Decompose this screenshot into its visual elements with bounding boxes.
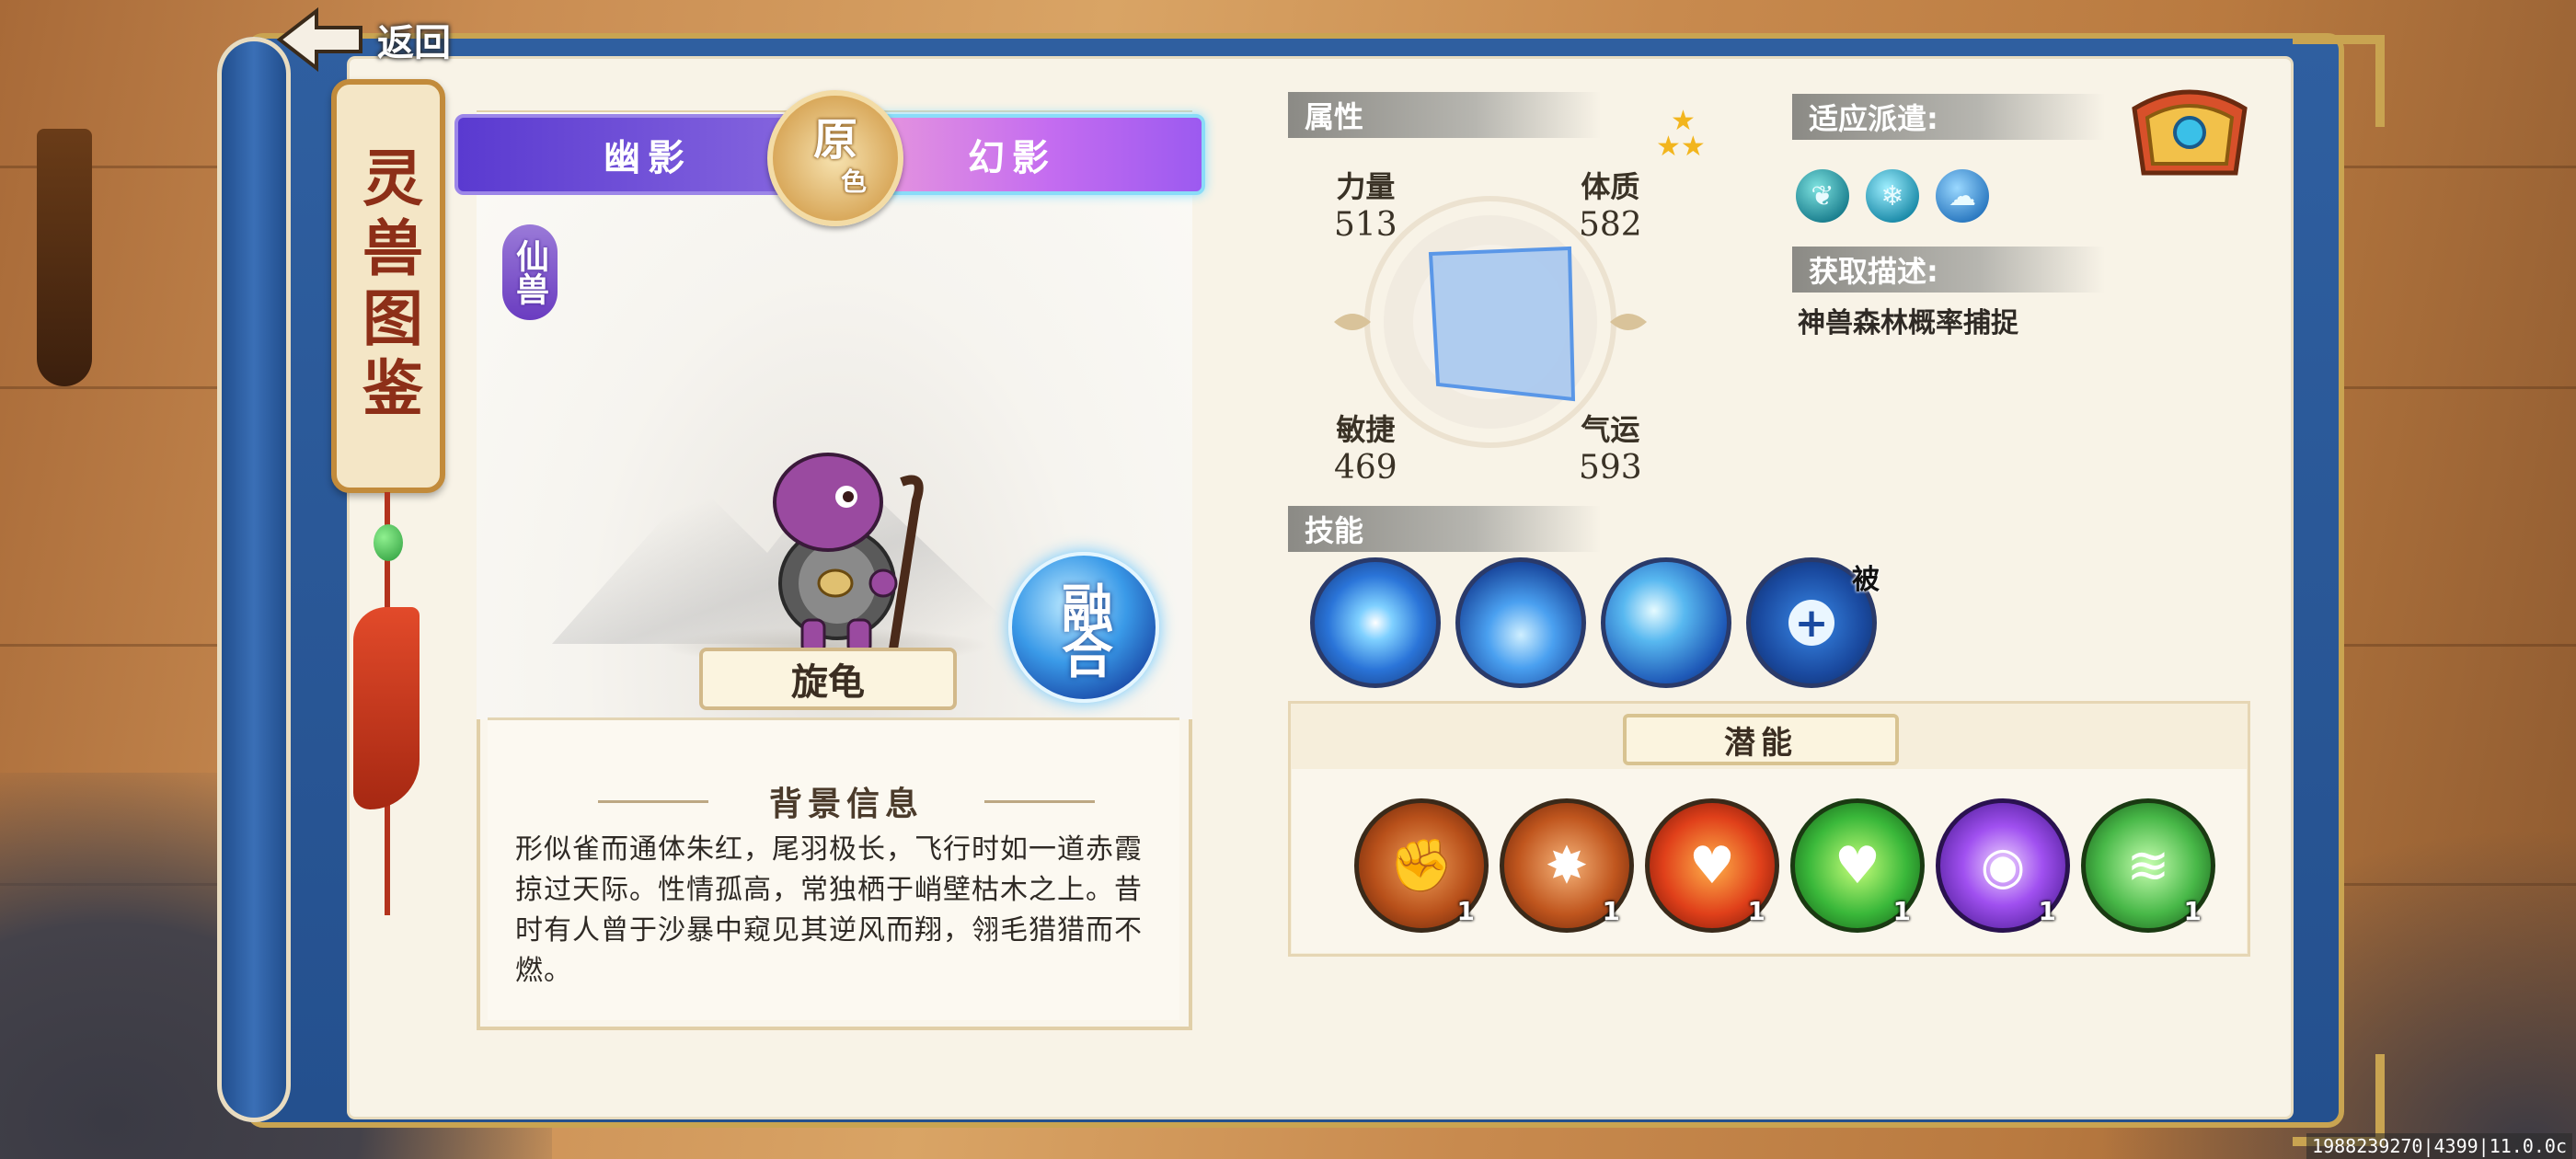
water-dragon-icon[interactable] xyxy=(1601,557,1731,688)
stat-label: 体质 xyxy=(1581,169,1640,204)
back-button[interactable]: 返回 xyxy=(276,7,451,72)
stat-label: 力量 xyxy=(1336,169,1396,204)
stat-luck: 气运 593 xyxy=(1579,407,1642,487)
blue-burst-icon[interactable] xyxy=(1310,557,1441,688)
rank-label: 仙兽 xyxy=(511,239,549,305)
heal-shield-icon[interactable]: + 被 xyxy=(1746,557,1880,688)
version-info: 1988239270|4399|11.0.0c xyxy=(2306,1133,2572,1159)
form-tabs: 幽影 幻影 原 色 xyxy=(454,90,1205,226)
page-title: 灵兽图鉴 xyxy=(352,146,424,426)
fuse-button[interactable]: 融合 xyxy=(1008,552,1159,703)
potential-title-plate: 潜能 xyxy=(1623,714,1899,765)
tab-phantom-label: 幻影 xyxy=(968,136,1056,179)
star-rating: ★ ★★ xyxy=(1656,108,1706,161)
skill-list: + 被 xyxy=(1310,557,1880,688)
scroll-roll xyxy=(217,37,291,1122)
water-wave-icon[interactable] xyxy=(1455,557,1586,688)
background-title: 背景信息 xyxy=(768,785,924,823)
passive-tag: 被 xyxy=(1852,564,1880,596)
stat-label: 敏捷 xyxy=(1336,412,1396,447)
header-divider xyxy=(984,800,1095,803)
rain-cloud-icon[interactable]: ☁ xyxy=(1936,169,1989,223)
potential-level: 1 xyxy=(1456,896,1475,926)
stat-value: 469 xyxy=(1334,449,1397,487)
strength-burst-icon[interactable]: ✸ 1 xyxy=(1500,798,1634,933)
background-header: 背景信息 xyxy=(598,780,1095,823)
potential-level: 1 xyxy=(1892,896,1911,926)
tab-ghost-label: 幽影 xyxy=(604,136,692,179)
acquire-label: 获取描述: xyxy=(1792,247,2105,293)
red-ribbon xyxy=(353,607,420,809)
skills-label: 技能 xyxy=(1288,506,1601,552)
green-heart-icon[interactable]: ♥ 1 xyxy=(1790,798,1925,933)
title-plaque: 灵兽图鉴 xyxy=(331,79,445,493)
tab-origin[interactable]: 原 色 xyxy=(767,90,903,226)
jade-bead xyxy=(374,524,403,561)
gold-corner xyxy=(2293,35,2385,127)
leaf-icon[interactable]: ❦ xyxy=(1796,169,1849,223)
turtle-pet-sprite xyxy=(773,453,924,656)
plus-icon: + xyxy=(1788,600,1834,647)
tab-origin-sublabel: 色 xyxy=(840,166,867,197)
stat-value: 513 xyxy=(1334,206,1397,244)
gold-corner xyxy=(2293,1054,2385,1146)
fire-heart-icon[interactable]: ♥ 1 xyxy=(1645,798,1779,933)
stat-value: 593 xyxy=(1579,449,1642,487)
stat-power: 力量 513 xyxy=(1334,164,1397,244)
potential-level: 1 xyxy=(1602,896,1620,926)
back-arrow-icon xyxy=(276,7,362,72)
fist-shield-icon[interactable]: ✊ 1 xyxy=(1354,798,1489,933)
pet-name: 旋龟 xyxy=(791,661,865,704)
stat-agility: 敏捷 469 xyxy=(1334,407,1397,487)
potential-level: 1 xyxy=(2038,896,2056,926)
pet-name-plate: 旋龟 xyxy=(699,648,957,710)
stat-value: 582 xyxy=(1579,206,1642,244)
header-divider xyxy=(598,800,708,803)
adapt-label: 适应派遣: xyxy=(1792,94,2105,140)
green-wind-icon[interactable]: ≋ 1 xyxy=(2081,798,2215,933)
tab-origin-label: 原 xyxy=(812,114,857,166)
snowflake-icon[interactable]: ❄ xyxy=(1866,169,1919,223)
background-text: 形似雀而通体朱红，尾羽极长，飞行时如一道赤霞掠过天际。性情孤高，常独栖于峭壁枯木… xyxy=(515,833,1143,987)
acquire-text: 神兽森林概率捕捉 xyxy=(1798,307,2018,339)
radar-polygon xyxy=(1428,246,1576,402)
adapt-icons: ❦ ❄ ☁ xyxy=(1796,169,1989,223)
potential-title: 潜能 xyxy=(1724,724,1798,762)
potential-level: 1 xyxy=(1747,896,1765,926)
stat-label: 气运 xyxy=(1581,412,1640,447)
attributes-label: 属性 xyxy=(1288,92,1601,138)
potential-level: 1 xyxy=(2183,896,2202,926)
back-label: 返回 xyxy=(377,22,451,64)
rank-badge: 仙兽 xyxy=(502,224,558,320)
stat-physique: 体质 582 xyxy=(1579,164,1642,244)
purple-eye-icon[interactable]: ◉ 1 xyxy=(1936,798,2070,933)
potential-list: ✊ 1 ✸ 1 ♥ 1 ♥ 1 ◉ 1 ≋ 1 xyxy=(1354,798,2215,933)
fuse-label: 融合 xyxy=(1052,581,1114,673)
chest-icon[interactable] xyxy=(2125,81,2254,180)
tassel-decoration xyxy=(37,129,92,386)
